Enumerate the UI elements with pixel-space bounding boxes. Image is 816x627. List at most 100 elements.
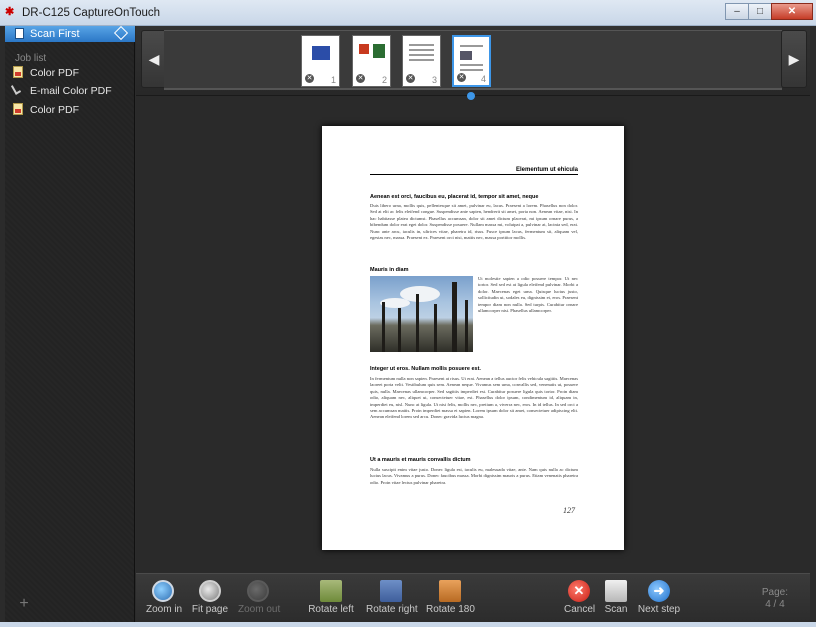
thumbnail-strip-edge [164,88,782,90]
sidebar: Scan First Job list Color PDF E-mail Col… [5,25,135,622]
page-heading: Ut a mauris et mauris convallis dictum [370,457,471,463]
rotate-left-label: Rotate left [308,604,354,615]
photo-tree [382,302,385,352]
next-thumbnail-button[interactable]: ▶ [781,30,807,88]
thumbnail-text-line [460,45,483,47]
photo-tree [398,308,401,352]
remove-page-icon[interactable]: ✕ [406,74,415,83]
scanner-icon [605,580,627,602]
thumbnail-text-line [409,49,434,51]
zoom-in-button[interactable]: Zoom in [146,574,183,615]
arrow-right-icon: ➜ [648,580,670,602]
thumbnail-image [359,44,369,54]
rotate-left-button[interactable]: Rotate left [308,574,354,615]
job-item-color-pdf-2[interactable]: Color PDF [5,101,135,119]
scan-first-item[interactable]: Scan First [5,25,135,42]
zoom-out-icon [247,580,269,602]
rotate-180-icon [439,580,461,602]
paperclip-icon [10,83,22,95]
page-photo [370,276,473,352]
page-preview[interactable]: Elementum ut ehicula Aenean est orci, fa… [322,126,624,550]
job-item-color-pdf[interactable]: Color PDF [5,64,135,82]
thumbnail-text-line [409,54,434,56]
page-paragraph: Duis libero urna, mollis quis, pellentes… [370,203,578,241]
next-step-button[interactable]: ➜ Next step [637,574,681,615]
rotate-180-label: Rotate 180 [426,604,475,615]
zoom-out-label: Zoom out [238,604,281,615]
pdf-icon [13,66,23,78]
scan-label: Scan [604,604,628,615]
rotate-180-button[interactable]: Rotate 180 [426,574,475,615]
thumbnail-image [460,51,472,60]
thumbnail-page[interactable]: ✕ 3 [402,35,441,87]
job-item-email-color-pdf[interactable]: E-mail Color PDF [5,82,135,100]
thumbnail-page-selected[interactable]: ✕ 4 [452,35,491,87]
rotate-right-icon [380,580,402,602]
thumbnail-text-line [409,44,434,46]
page-counter: Page: 4 / 4 [762,587,788,611]
thumbnail-number: 1 [330,75,336,85]
title-bar: ✱ DR-C125 CaptureOnTouch – □ ✕ [0,0,816,26]
photo-tree [452,282,457,352]
page-counter-label: Page: [761,587,788,598]
job-item-label: E-mail Color PDF [30,85,112,97]
maximize-button[interactable]: □ [748,3,772,20]
document-icon [15,28,24,39]
minimize-button[interactable]: – [725,3,749,20]
page-paragraph: Ut molestie sapien a odio posuere tempor… [478,276,578,314]
page-heading: Integer ut eros. Nullam mollis posuere e… [370,366,481,372]
photo-tree [465,300,468,352]
settings-diamond-icon[interactable] [113,25,129,41]
fit-page-icon [199,580,221,602]
job-item-label: Color PDF [30,104,80,116]
job-list-label: Job list [15,53,47,64]
zoom-in-icon [152,580,174,602]
next-step-label: Next step [637,604,681,615]
close-button[interactable]: ✕ [771,3,813,20]
window-title: DR-C125 CaptureOnTouch [22,7,161,19]
rotate-right-button[interactable]: Rotate right [366,574,418,615]
page-heading: Aenean est orci, faucibus eu, placerat i… [370,194,539,200]
window-controls: – □ ✕ [725,3,813,20]
thumbnail-image [373,44,385,58]
page-running-header: Elementum ut ehicula [370,167,578,175]
photo-tree [434,304,437,352]
thumbnail-number: 4 [480,74,486,84]
main-area: ◀ ✕ 1 ✕ 2 ✕ 3 ✕ 4 ▶ Elementum ut ehicula… [136,26,810,622]
add-job-button[interactable]: + [17,596,31,612]
pdf-icon [13,103,23,115]
cancel-icon: ✕ [568,580,590,602]
thumbnail-track: ✕ 1 ✕ 2 ✕ 3 ✕ 4 [164,30,782,90]
job-item-label: Color PDF [30,67,80,79]
page-heading: Mauris in diam [370,267,409,273]
fit-page-label: Fit page [191,604,229,615]
thumbnail-number: 3 [431,75,437,85]
remove-page-icon[interactable]: ✕ [457,73,466,82]
thumbnail-strip: ◀ ✕ 1 ✕ 2 ✕ 3 ✕ 4 ▶ [136,26,810,96]
remove-page-icon[interactable]: ✕ [356,74,365,83]
page-paragraph: Nulla suscipit enim vitae justo. Donec l… [370,467,578,485]
fit-page-button[interactable]: Fit page [190,574,230,615]
rotate-left-icon [320,580,342,602]
thumbnail-text-line [409,59,434,61]
thumbnail-number: 2 [381,75,387,85]
zoom-in-label: Zoom in [146,604,183,615]
rotate-right-label: Rotate right [366,604,418,615]
thumbnail-image [312,46,330,60]
bottom-toolbar: Zoom in Fit page Zoom out Rotate left Ro… [136,573,810,622]
photo-tree [416,294,419,352]
cancel-label: Cancel [564,604,596,615]
remove-page-icon[interactable]: ✕ [305,74,314,83]
cancel-button[interactable]: ✕ Cancel [564,574,596,615]
app-logo-icon: ✱ [5,6,15,18]
thumbnail-page[interactable]: ✕ 1 [301,35,340,87]
zoom-out-button[interactable]: Zoom out [238,574,281,615]
page-number: 127 [563,506,575,515]
window-bottom-border [0,622,816,627]
scan-first-label: Scan First [30,28,80,40]
current-page-indicator [467,92,475,100]
scan-button[interactable]: Scan [603,574,629,615]
thumbnail-text-line [460,64,483,66]
thumbnail-page[interactable]: ✕ 2 [352,35,391,87]
page-counter-value: 4 / 4 [765,599,785,610]
